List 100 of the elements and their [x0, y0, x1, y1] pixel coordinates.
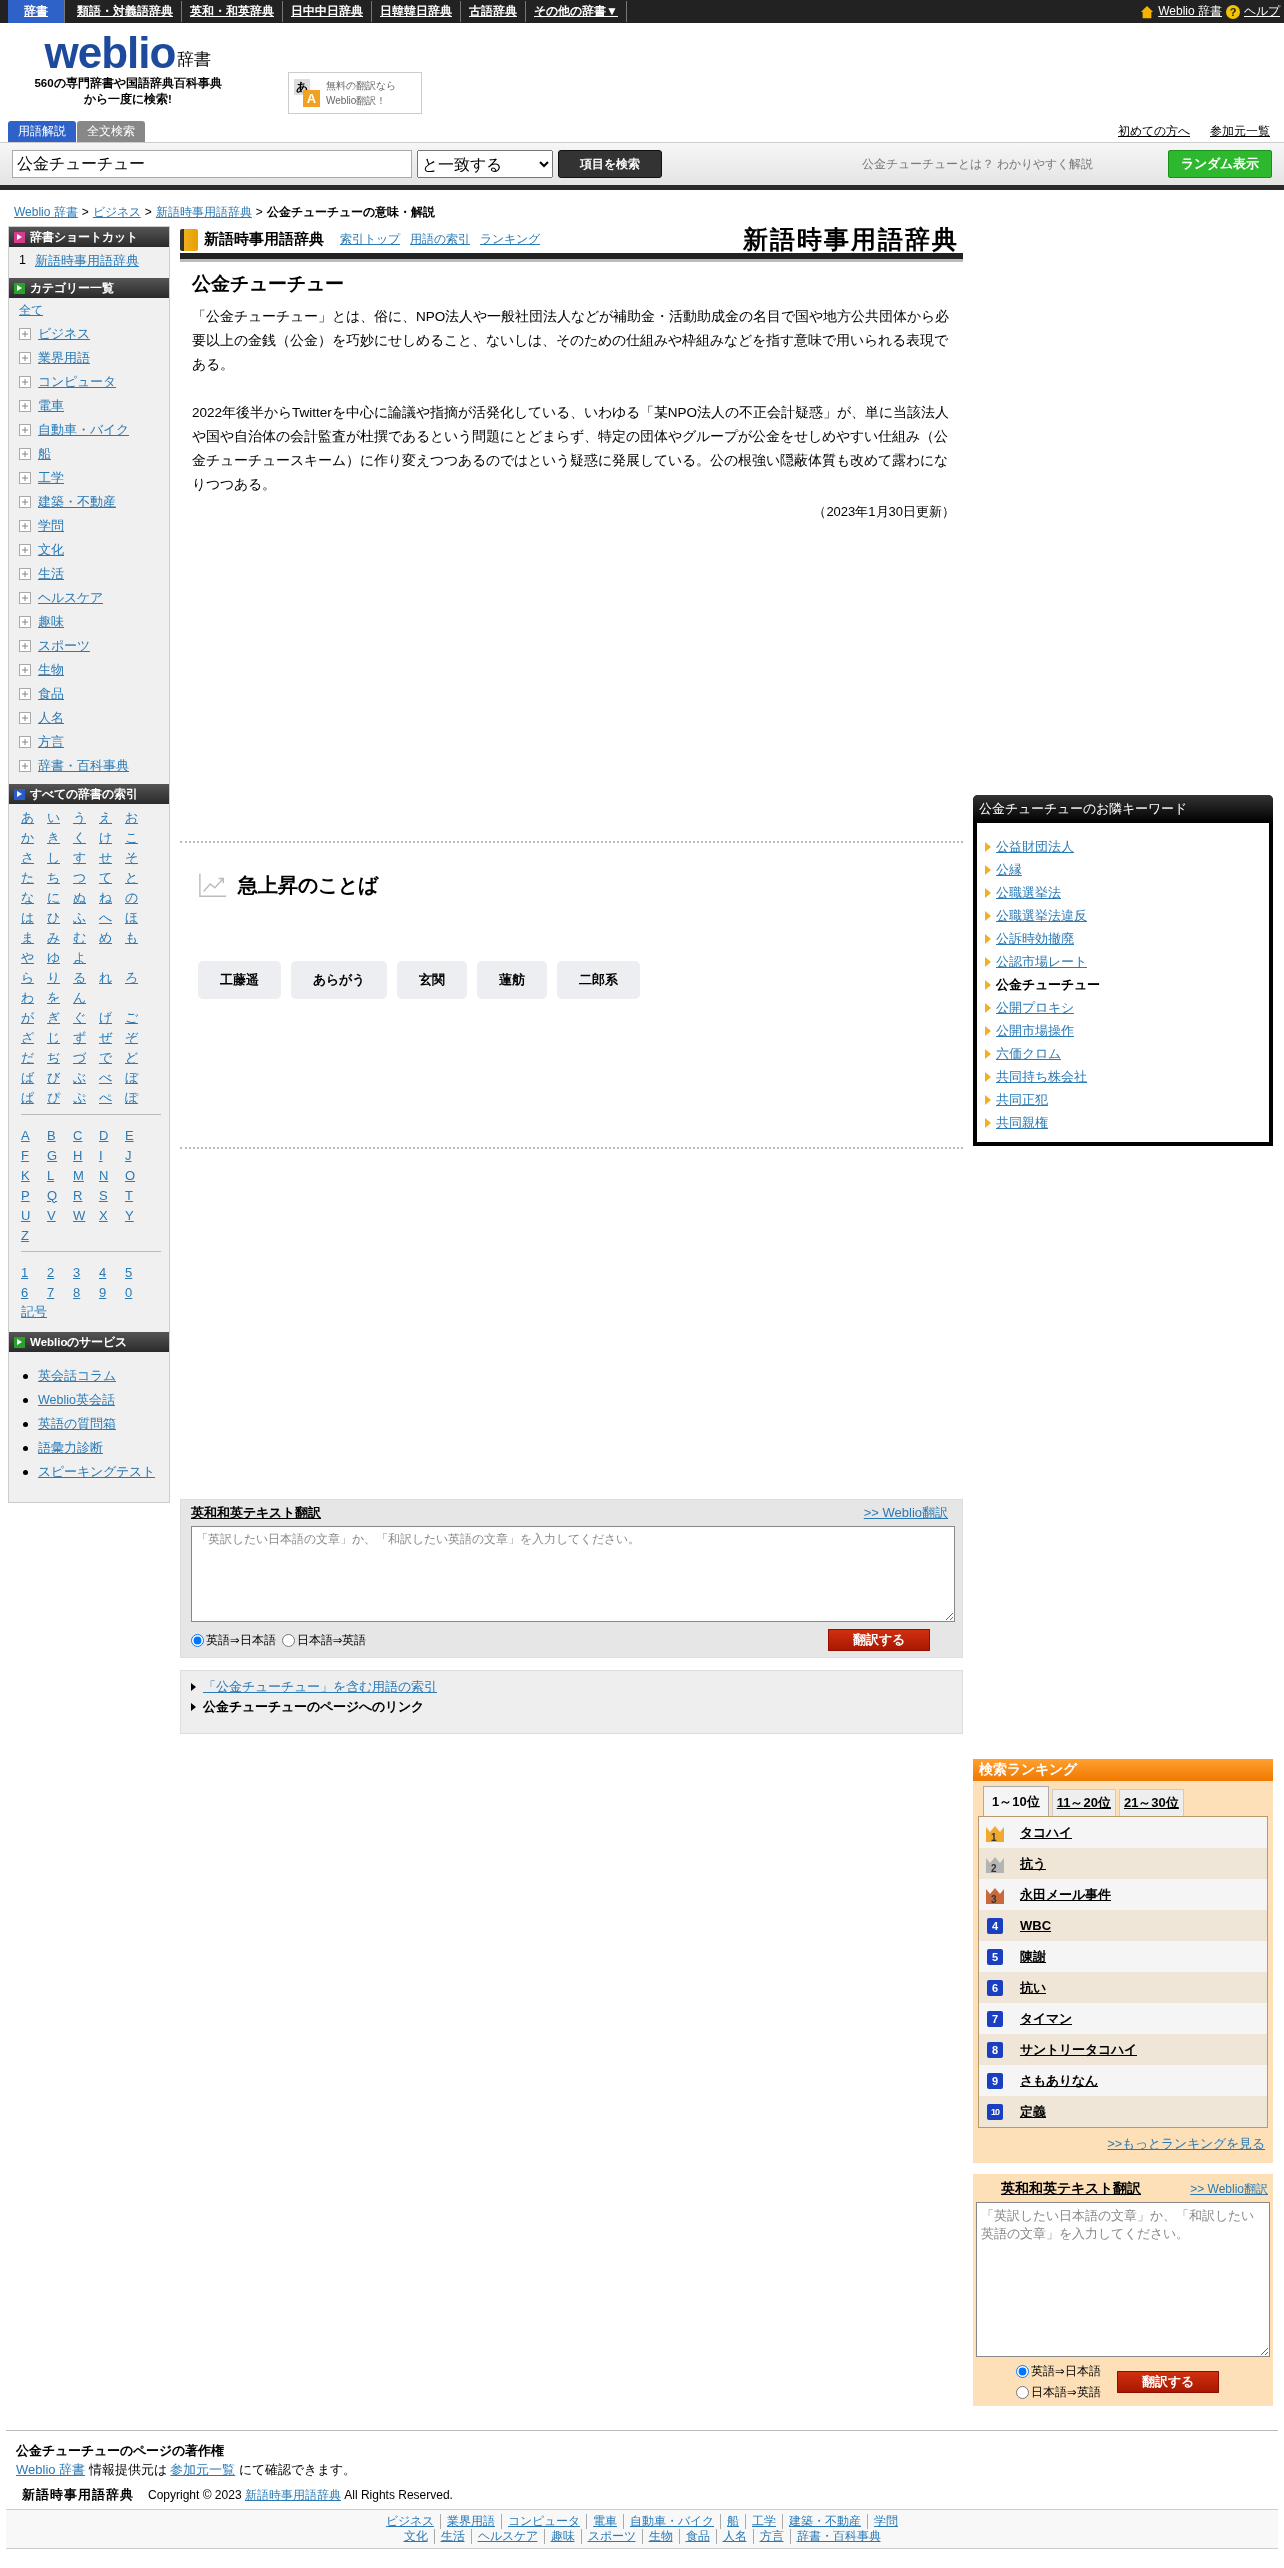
- index-link[interactable]: ほ: [125, 909, 151, 927]
- index-link[interactable]: た: [21, 869, 47, 887]
- expand-icon[interactable]: [19, 640, 31, 652]
- keyword-link[interactable]: 共同持ち株会社: [996, 1067, 1087, 1086]
- index-link[interactable]: 5: [125, 1264, 151, 1280]
- expand-icon[interactable]: [19, 688, 31, 700]
- trending-word-button[interactable]: 玄関: [397, 961, 467, 999]
- index-link[interactable]: き: [47, 829, 73, 847]
- index-link[interactable]: え: [99, 809, 125, 827]
- index-link[interactable]: H: [73, 1147, 99, 1163]
- ranking-link[interactable]: 抗い: [1020, 1978, 1046, 1997]
- keyword-link[interactable]: 六価クロム: [996, 1044, 1061, 1063]
- expand-icon[interactable]: [19, 712, 31, 724]
- expand-icon[interactable]: [19, 328, 31, 340]
- service-link[interactable]: 英語の質問箱: [38, 1415, 116, 1433]
- category-link[interactable]: 学問: [38, 517, 64, 535]
- ranking-tab[interactable]: 21～30位: [1118, 1789, 1184, 1816]
- translation-input[interactable]: 「英訳したい日本語の文章」か、「和訳したい英語の文章」を入力してください。: [976, 2202, 1270, 2357]
- footer-category-link[interactable]: 食品: [678, 2529, 716, 2544]
- ranking-link[interactable]: 陳謝: [1020, 1947, 1046, 1966]
- index-link[interactable]: Q: [47, 1187, 73, 1203]
- search-field[interactable]: 公金チューチュー: [12, 150, 412, 178]
- index-link[interactable]: だ: [21, 1049, 47, 1067]
- expand-icon[interactable]: [19, 448, 31, 460]
- keyword-link[interactable]: 公開市場操作: [996, 1021, 1074, 1040]
- index-link[interactable]: め: [99, 929, 125, 947]
- trending-word-button[interactable]: あらがう: [291, 961, 387, 999]
- index-link[interactable]: で: [99, 1049, 125, 1067]
- expand-icon[interactable]: [19, 376, 31, 388]
- index-link[interactable]: 7: [47, 1284, 73, 1300]
- footer-category-link[interactable]: スポーツ: [580, 2529, 642, 2544]
- nav-tab[interactable]: 日韓韓日辞典: [372, 1, 461, 22]
- nav-tab[interactable]: その他の辞書▼: [526, 1, 627, 22]
- index-link[interactable]: 3: [73, 1264, 99, 1280]
- category-link[interactable]: スポーツ: [38, 637, 90, 655]
- index-link[interactable]: ち: [47, 869, 73, 887]
- dictionary-link[interactable]: ランキング: [480, 232, 540, 247]
- index-link[interactable]: J: [125, 1147, 151, 1163]
- index-link[interactable]: ろ: [125, 969, 151, 987]
- index-link[interactable]: X: [99, 1207, 125, 1223]
- index-link[interactable]: F: [21, 1147, 47, 1163]
- index-link[interactable]: G: [47, 1147, 73, 1163]
- index-link[interactable]: つ: [73, 869, 99, 887]
- index-link[interactable]: へ: [99, 909, 125, 927]
- index-link[interactable]: ぬ: [73, 889, 99, 907]
- ranking-link[interactable]: WBC: [1020, 1918, 1052, 1933]
- index-link[interactable]: L: [47, 1167, 73, 1183]
- category-link[interactable]: ヘルスケア: [38, 589, 103, 607]
- footer-category-link[interactable]: 生物: [641, 2529, 679, 2544]
- ranking-tab[interactable]: 1～10位: [983, 1786, 1049, 1816]
- expand-icon[interactable]: [19, 352, 31, 364]
- ranking-link[interactable]: タイマン: [1020, 2009, 1072, 2028]
- category-link[interactable]: 建築・不動産: [38, 493, 116, 511]
- index-link[interactable]: よ: [73, 949, 99, 967]
- expand-icon[interactable]: [19, 568, 31, 580]
- expand-icon[interactable]: [19, 400, 31, 412]
- index-link[interactable]: U: [21, 1207, 47, 1223]
- index-link[interactable]: も: [125, 929, 151, 947]
- footer-category-link[interactable]: 電車: [586, 2514, 623, 2529]
- index-link[interactable]: ご: [125, 1009, 151, 1027]
- category-link[interactable]: 方言: [38, 733, 64, 751]
- random-button[interactable]: ランダム表示: [1168, 150, 1272, 178]
- category-link[interactable]: 船: [38, 445, 51, 463]
- index-link[interactable]: ぴ: [47, 1089, 73, 1107]
- index-link[interactable]: お: [125, 809, 151, 827]
- index-link[interactable]: ひ: [47, 909, 73, 927]
- footer-category-link[interactable]: 業界用語: [440, 2514, 501, 2529]
- index-link[interactable]: が: [21, 1009, 47, 1027]
- footer-category-link[interactable]: ヘルスケア: [470, 2529, 544, 2544]
- index-link[interactable]: C: [73, 1127, 99, 1143]
- header-link[interactable]: 初めての方へ: [1118, 123, 1190, 140]
- expand-icon[interactable]: [19, 520, 31, 532]
- index-link[interactable]: う: [73, 809, 99, 827]
- keyword-link[interactable]: 公職選挙法: [996, 883, 1061, 902]
- index-link[interactable]: じ: [47, 1029, 73, 1047]
- expand-icon[interactable]: [19, 760, 31, 772]
- index-link[interactable]: づ: [73, 1049, 99, 1067]
- footer-category-link[interactable]: ビジネス: [380, 2514, 440, 2529]
- nav-tab[interactable]: 日中中日辞典: [283, 1, 372, 22]
- index-link[interactable]: ら: [21, 969, 47, 987]
- index-link[interactable]: S: [99, 1187, 125, 1203]
- index-link[interactable]: N: [99, 1167, 125, 1183]
- nav-tab[interactable]: 類語・対義語辞典: [69, 1, 182, 22]
- footer-category-link[interactable]: 人名: [715, 2529, 753, 2544]
- index-link[interactable]: M: [73, 1167, 99, 1183]
- category-link[interactable]: 辞書・百科事典: [38, 757, 129, 775]
- footer-category-link[interactable]: 辞書・百科事典: [789, 2529, 887, 2544]
- index-link[interactable]: ん: [73, 989, 99, 1007]
- index-link[interactable]: B: [47, 1127, 73, 1143]
- ranking-link[interactable]: 定義: [1020, 2102, 1046, 2121]
- service-link[interactable]: スピーキングテスト: [38, 1463, 155, 1481]
- ranking-link[interactable]: さもありなん: [1020, 2071, 1098, 2090]
- more-ranking-link[interactable]: >>もっとランキングを見る: [1107, 2137, 1265, 2151]
- footer-link[interactable]: Weblio 辞書: [16, 2462, 86, 2477]
- expand-icon[interactable]: [19, 592, 31, 604]
- index-link[interactable]: 記号: [21, 1303, 47, 1321]
- index-link[interactable]: ず: [73, 1029, 99, 1047]
- index-link[interactable]: 6: [21, 1284, 47, 1300]
- keyword-link[interactable]: 公職選挙法違反: [996, 906, 1087, 925]
- keyword-link[interactable]: 公認市場レート: [996, 952, 1087, 971]
